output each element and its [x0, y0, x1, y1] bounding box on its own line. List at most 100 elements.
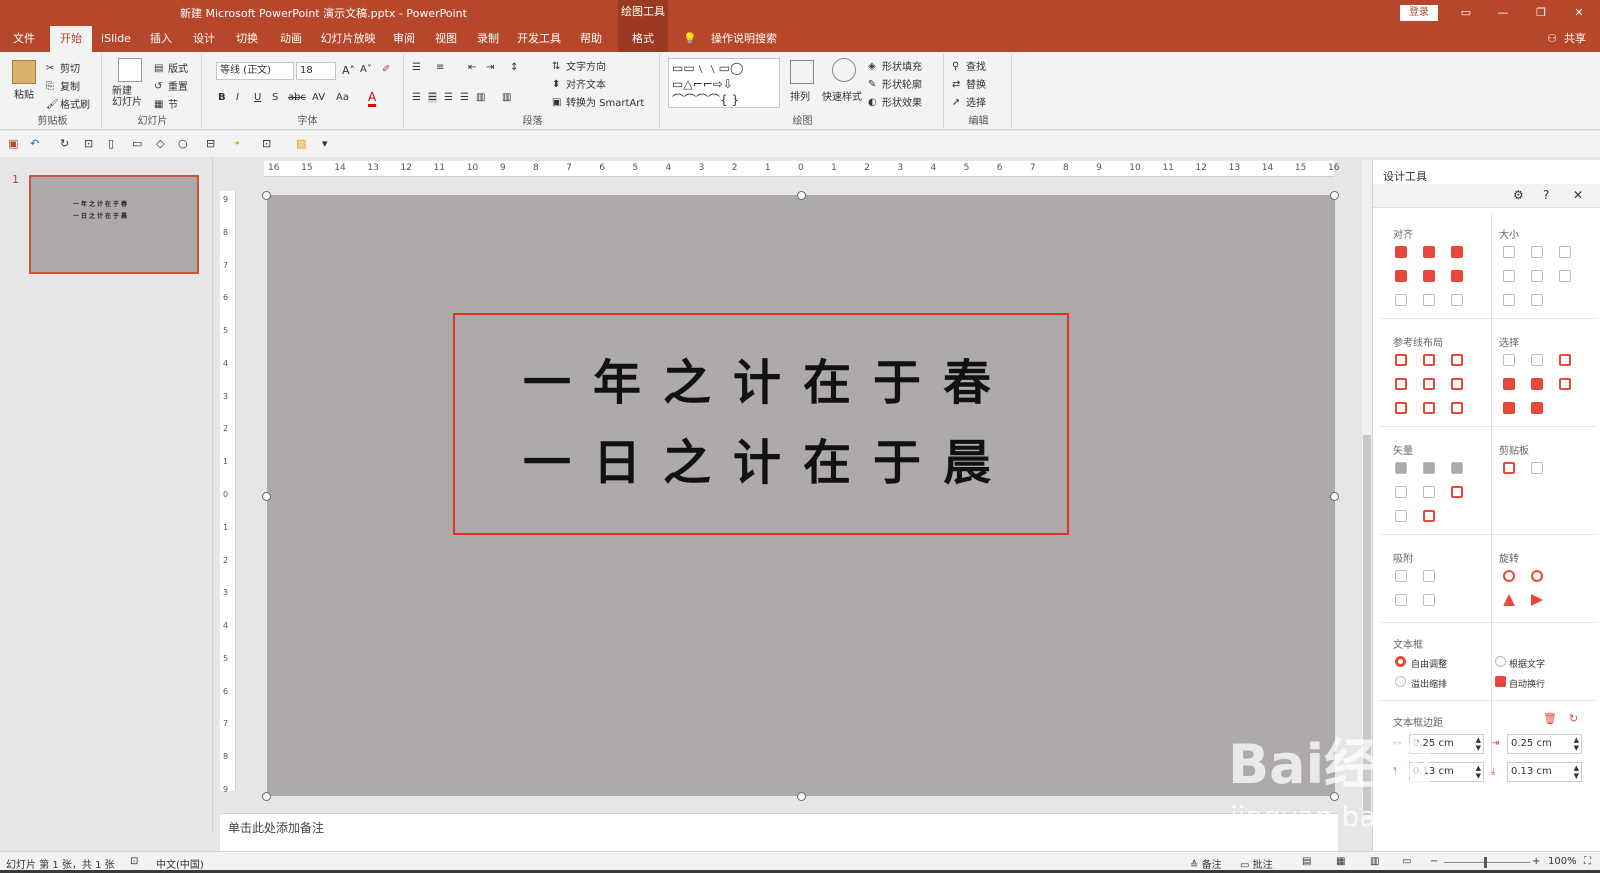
same-size-icon[interactable]: [1559, 246, 1571, 258]
tab-help[interactable]: 帮助: [572, 26, 610, 52]
zoom-in-icon[interactable]: +: [1532, 856, 1540, 867]
align-icon[interactable]: ⊟: [206, 137, 220, 151]
text-to-shape-icon[interactable]: [1395, 510, 1407, 522]
comments-toggle[interactable]: ▭ 批注: [1240, 856, 1273, 871]
shrink-font-icon[interactable]: A˅: [360, 64, 372, 75]
group-icon[interactable]: ▨: [296, 137, 310, 151]
shape-effects-button[interactable]: ◐ 形状效果: [868, 94, 922, 109]
font-color-icon[interactable]: A: [368, 90, 377, 107]
format-painter-button[interactable]: 🖌格式刷: [46, 96, 90, 111]
align-bottom-icon[interactable]: [1451, 270, 1463, 282]
tab-developer[interactable]: 开发工具: [512, 26, 566, 52]
align-center-icon[interactable]: [1423, 246, 1435, 258]
spinner-icon[interactable]: ▲ ▼: [1574, 736, 1579, 752]
same-width-icon[interactable]: [1503, 246, 1515, 258]
shapes-icon[interactable]: ◇: [156, 137, 170, 151]
tab-review[interactable]: 审阅: [386, 26, 422, 52]
align-top-icon[interactable]: [1395, 270, 1407, 282]
distribute-h-icon[interactable]: [1395, 294, 1407, 306]
bring-forward-icon[interactable]: [1531, 378, 1543, 390]
snap-left-icon[interactable]: [1395, 570, 1407, 582]
quick-styles-button[interactable]: 快速样式: [822, 88, 862, 103]
zoom-level[interactable]: 100%: [1548, 856, 1577, 867]
font-name-select[interactable]: 等线 (正文): [216, 62, 294, 80]
undo-icon[interactable]: ↶: [30, 137, 44, 151]
fit-right-icon[interactable]: [1531, 270, 1543, 282]
normal-view-icon[interactable]: ▤: [1302, 856, 1311, 867]
subtract-icon[interactable]: [1423, 486, 1435, 498]
strikethrough-icon[interactable]: abc: [288, 92, 306, 103]
align-left-icon[interactable]: ☰: [412, 92, 421, 103]
fit-top-icon[interactable]: [1503, 294, 1515, 306]
decrease-indent-icon[interactable]: ⇤: [468, 62, 476, 73]
edit-points-icon[interactable]: [1451, 486, 1463, 498]
cut-button[interactable]: ✂ 剪切: [46, 60, 80, 75]
spinner-icon[interactable]: ▲ ▼: [1574, 764, 1579, 780]
help-icon[interactable]: ?: [1543, 188, 1549, 202]
snap-right-icon[interactable]: [1423, 570, 1435, 582]
paste-button[interactable]: 粘贴: [14, 86, 34, 101]
tab-design[interactable]: 设计: [186, 26, 222, 52]
screenshot-icon[interactable]: ▭: [132, 137, 146, 151]
copy-style-icon[interactable]: [1503, 462, 1515, 474]
guide-center-icon[interactable]: [1423, 354, 1435, 366]
fit-width-icon[interactable]: [1559, 270, 1571, 282]
select-all-icon[interactable]: [1559, 354, 1571, 366]
tab-slideshow[interactable]: 幻灯片放映: [316, 26, 380, 52]
textbox-icon[interactable]: ⊡: [262, 137, 276, 151]
tab-transitions[interactable]: 切换: [228, 26, 266, 52]
smartart-button[interactable]: ▣ 转换为 SmartArt: [552, 94, 644, 109]
snap-top-icon[interactable]: [1395, 594, 1407, 606]
underline-icon[interactable]: U: [254, 92, 261, 103]
align-middle-icon[interactable]: [1423, 270, 1435, 282]
rotate-left-icon[interactable]: [1503, 570, 1515, 582]
language-status[interactable]: 中文(中国): [156, 856, 204, 871]
bold-icon[interactable]: B: [218, 92, 226, 103]
guide-top-icon[interactable]: [1395, 378, 1407, 390]
vector-tool-icon[interactable]: [1423, 510, 1435, 522]
grow-font-icon[interactable]: A˄: [342, 64, 355, 77]
tab-format[interactable]: 格式: [618, 26, 668, 52]
resize-handle[interactable]: [1330, 191, 1339, 200]
save-icon[interactable]: ▣: [8, 137, 22, 151]
notes-toggle[interactable]: ≙ 备注: [1190, 856, 1222, 871]
quick-styles-icon[interactable]: [832, 58, 856, 82]
fit-slide-icon[interactable]: ⛶: [1584, 856, 1591, 867]
distribute-v-icon[interactable]: [1423, 294, 1435, 306]
overflow-radio[interactable]: [1395, 676, 1406, 687]
numbering-icon[interactable]: ≡: [436, 62, 444, 73]
align-left-icon[interactable]: [1395, 246, 1407, 258]
guide-v-icon[interactable]: [1423, 402, 1435, 414]
arrange-button[interactable]: 排列: [790, 88, 810, 103]
guide-right-icon[interactable]: [1451, 354, 1463, 366]
restore-icon[interactable]: ❐: [1530, 4, 1552, 22]
select-similar-icon[interactable]: [1531, 354, 1543, 366]
clouds-icon[interactable]: ○: [178, 137, 192, 151]
slideshow-view-icon[interactable]: ▭: [1402, 856, 1411, 867]
trash-icon[interactable]: 🗑: [1543, 712, 1557, 725]
rotate-right-icon[interactable]: [1531, 570, 1543, 582]
login-button[interactable]: 登录: [1400, 5, 1438, 21]
minimize-icon[interactable]: —: [1492, 4, 1514, 22]
guide-bottom-icon[interactable]: [1451, 378, 1463, 390]
align-center-icon[interactable]: ☰: [428, 92, 437, 103]
tab-insert[interactable]: 插入: [142, 26, 180, 52]
clear-format-icon[interactable]: ✐: [382, 64, 390, 75]
arrange-icon[interactable]: [790, 60, 814, 84]
send-backward-icon[interactable]: [1531, 402, 1543, 414]
char-spacing-icon[interactable]: AV: [312, 92, 325, 103]
replace-button[interactable]: ⇄ 替换: [952, 76, 986, 91]
redo-icon[interactable]: ↻: [60, 137, 74, 151]
bullets-icon[interactable]: ☰: [412, 62, 421, 73]
tab-view[interactable]: 视图: [428, 26, 464, 52]
justify-icon[interactable]: ☰: [460, 92, 469, 103]
find-button[interactable]: ⚲ 查找: [952, 58, 986, 73]
same-height-icon[interactable]: [1531, 246, 1543, 258]
reading-view-icon[interactable]: ▥: [1370, 856, 1379, 867]
resize-handle[interactable]: [797, 191, 806, 200]
customize-icon[interactable]: ▾: [322, 137, 336, 151]
paste-icon[interactable]: [12, 60, 36, 84]
shape-outline-button[interactable]: ✎ 形状轮廓: [868, 76, 922, 91]
fit-bottom-icon[interactable]: [1531, 294, 1543, 306]
font-size-select[interactable]: 18: [296, 62, 336, 80]
